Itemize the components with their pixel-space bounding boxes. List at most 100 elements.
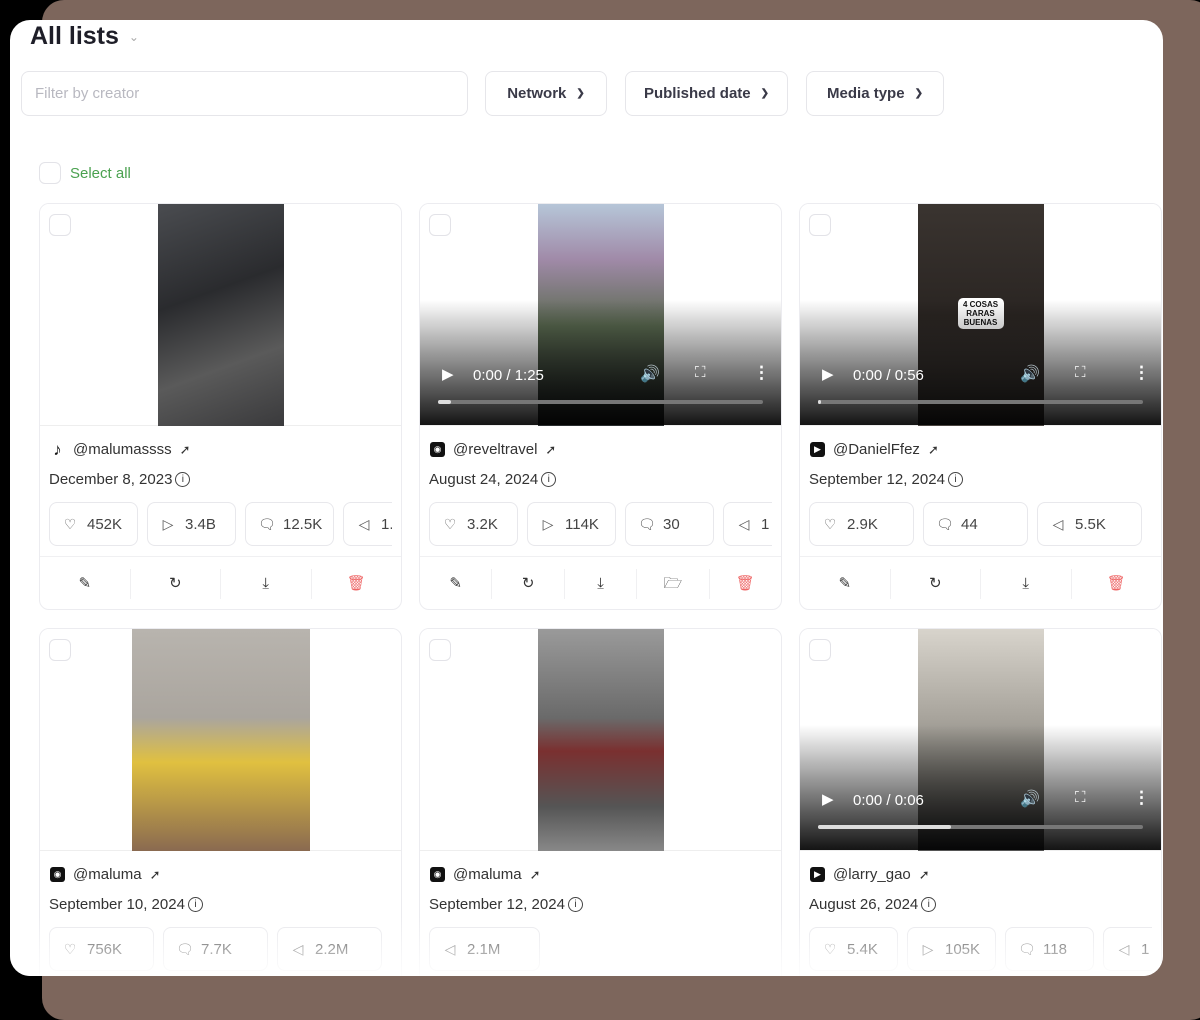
creator-handle[interactable]: @larry_gao	[833, 866, 911, 883]
creator-link[interactable]: ▶ @larry_gao ➚	[810, 866, 930, 883]
edit-icon: ✎	[78, 575, 92, 592]
published-date: August 24, 2024 i	[429, 471, 557, 488]
chevron-down-icon: ❯	[576, 88, 585, 99]
info-icon[interactable]: i	[921, 897, 937, 912]
info-icon[interactable]: i	[567, 897, 583, 912]
creator-link[interactable]: ◉ @maluma ➚	[50, 866, 160, 883]
download-button[interactable]: ⤓	[221, 569, 312, 599]
fullscreen-icon[interactable]: ⛶	[1075, 789, 1086, 806]
more-options-icon[interactable]: ⋮	[753, 363, 770, 383]
video-progress-bar[interactable]	[818, 400, 1143, 404]
info-icon[interactable]: i	[187, 897, 203, 912]
card-checkbox[interactable]	[429, 214, 451, 236]
external-link-icon[interactable]: ➚	[545, 442, 556, 458]
published-date: September 10, 2024 i	[49, 896, 203, 913]
stat-value: 1	[761, 515, 770, 533]
card-checkbox[interactable]	[429, 639, 451, 661]
play-icon[interactable]: ▶	[442, 365, 454, 383]
info-icon[interactable]: i	[947, 472, 963, 487]
media-card: ▶ 0:00 / 0:06 🔊 ⛶ ⋮ ▶ @larry_gao ➚ Augus…	[799, 628, 1162, 976]
play-icon[interactable]: ▶	[822, 365, 834, 383]
comment-icon: 🗨	[638, 515, 656, 532]
volume-icon[interactable]: 🔊	[1020, 789, 1040, 809]
info-icon[interactable]: i	[541, 472, 557, 487]
volume-icon[interactable]: 🔊	[1020, 364, 1040, 384]
creator-handle[interactable]: @DanielFfez	[833, 441, 920, 458]
stat-value: 105K	[945, 940, 981, 958]
delete-button[interactable]: 🗑	[1072, 569, 1162, 599]
media-preview[interactable]	[40, 204, 401, 426]
edit-button[interactable]: ✎	[800, 569, 891, 599]
more-options-icon[interactable]: ⋮	[1133, 788, 1150, 808]
video-controls: ▶ 0:00 / 1:25 🔊 ⛶ ⋮	[420, 345, 781, 425]
fullscreen-icon[interactable]: ⛶	[1075, 364, 1086, 381]
volume-icon[interactable]: 🔊	[640, 364, 660, 384]
creator-link[interactable]: ◉ @reveltravel ➚	[430, 441, 556, 458]
video-controls: ▶ 0:00 / 0:56 🔊 ⛶ ⋮	[800, 345, 1161, 425]
heart-icon: ♡	[63, 940, 77, 957]
creator-link[interactable]: ♪ @malumassss ➚	[50, 440, 191, 459]
edit-button[interactable]: ✎	[40, 569, 131, 599]
media-preview[interactable]: ▶ 0:00 / 1:25 🔊 ⛶ ⋮	[420, 204, 781, 426]
external-link-icon[interactable]: ➚	[180, 442, 191, 458]
stat-value: 30	[663, 515, 680, 533]
creator-handle[interactable]: @maluma	[453, 866, 522, 883]
video-progress-bar[interactable]	[818, 825, 1143, 829]
external-link-icon[interactable]: ➚	[928, 442, 939, 458]
download-button[interactable]: ⤓	[981, 569, 1072, 599]
creator-handle[interactable]: @reveltravel	[453, 441, 537, 458]
media-preview[interactable]: 4 COSAS RARAS BUENAS ▶ 0:00 / 0:56 🔊 ⛶ ⋮	[800, 204, 1161, 426]
refresh-button[interactable]: ↻	[891, 569, 981, 599]
network-dropdown[interactable]: Network ❯	[485, 71, 607, 116]
creator-handle[interactable]: @maluma	[73, 866, 142, 883]
select-all-checkbox[interactable]	[39, 162, 61, 184]
refresh-button[interactable]: ↻	[131, 569, 221, 599]
delete-button[interactable]: 🗑	[312, 569, 402, 599]
video-progress-bar[interactable]	[438, 400, 763, 404]
refresh-icon: ↻	[521, 575, 535, 592]
edit-button[interactable]: ✎	[420, 569, 493, 599]
creator-link[interactable]: ◉ @maluma ➚	[430, 866, 540, 883]
stat-comment: 🗨 118	[1005, 927, 1094, 971]
select-all[interactable]: Select all	[39, 162, 131, 184]
card-actions: ✎ ↻ ⤓ 🗑	[800, 556, 1162, 609]
video-time: 0:00 / 0:06	[853, 792, 924, 809]
stats-row: ♡ 5.4K ▷ 105K 🗨 118 ◁ 1	[809, 927, 1152, 971]
card-checkbox[interactable]	[49, 214, 71, 236]
creator-link[interactable]: ▶ @DanielFfez ➚	[810, 441, 939, 458]
card-actions: ✎ ↻ ⤓ 🗑	[40, 556, 402, 609]
comment-icon: 🗨	[1018, 940, 1036, 957]
media-preview[interactable]: ▶ 0:00 / 0:06 🔊 ⛶ ⋮	[800, 629, 1161, 851]
media-preview[interactable]	[420, 629, 781, 851]
card-checkbox[interactable]	[809, 639, 831, 661]
instagram-icon: ◉	[430, 442, 445, 457]
media-type-dropdown[interactable]: Media type ❯	[806, 71, 944, 116]
card-checkbox[interactable]	[809, 214, 831, 236]
stat-value: 5.4K	[847, 940, 878, 958]
list-selector[interactable]: All lists ⌄	[30, 22, 139, 51]
creator-handle[interactable]: @malumassss	[73, 441, 172, 458]
play-icon[interactable]: ▶	[822, 790, 834, 808]
download-button[interactable]: ⤓	[565, 569, 638, 599]
media-preview[interactable]	[40, 629, 401, 851]
filter-by-creator-input[interactable]	[21, 71, 468, 116]
folder-icon: 🗁	[663, 575, 683, 592]
megaphone-icon: ◁	[1118, 940, 1130, 957]
external-link-icon[interactable]: ➚	[919, 867, 930, 883]
video-progress-fill	[438, 400, 451, 404]
select-all-label: Select all	[70, 164, 131, 182]
published-date-dropdown[interactable]: Published date ❯	[625, 71, 788, 116]
card-checkbox[interactable]	[49, 639, 71, 661]
refresh-button[interactable]: ↻	[492, 569, 565, 599]
delete-button[interactable]: 🗑	[710, 569, 781, 599]
info-icon[interactable]: i	[175, 472, 191, 487]
more-options-icon[interactable]: ⋮	[1133, 363, 1150, 383]
stats-row: ♡ 756K 🗨 7.7K ◁ 2.2M	[49, 927, 392, 971]
fullscreen-icon[interactable]: ⛶	[695, 364, 706, 381]
video-progress-fill	[818, 400, 822, 404]
folder-button[interactable]: 🗁	[637, 569, 710, 599]
external-link-icon[interactable]: ➚	[150, 867, 161, 883]
external-link-icon[interactable]: ➚	[530, 867, 541, 883]
stat-megaphone: ◁ 5.5K	[1037, 502, 1142, 546]
stat-value: 1	[1141, 940, 1150, 958]
